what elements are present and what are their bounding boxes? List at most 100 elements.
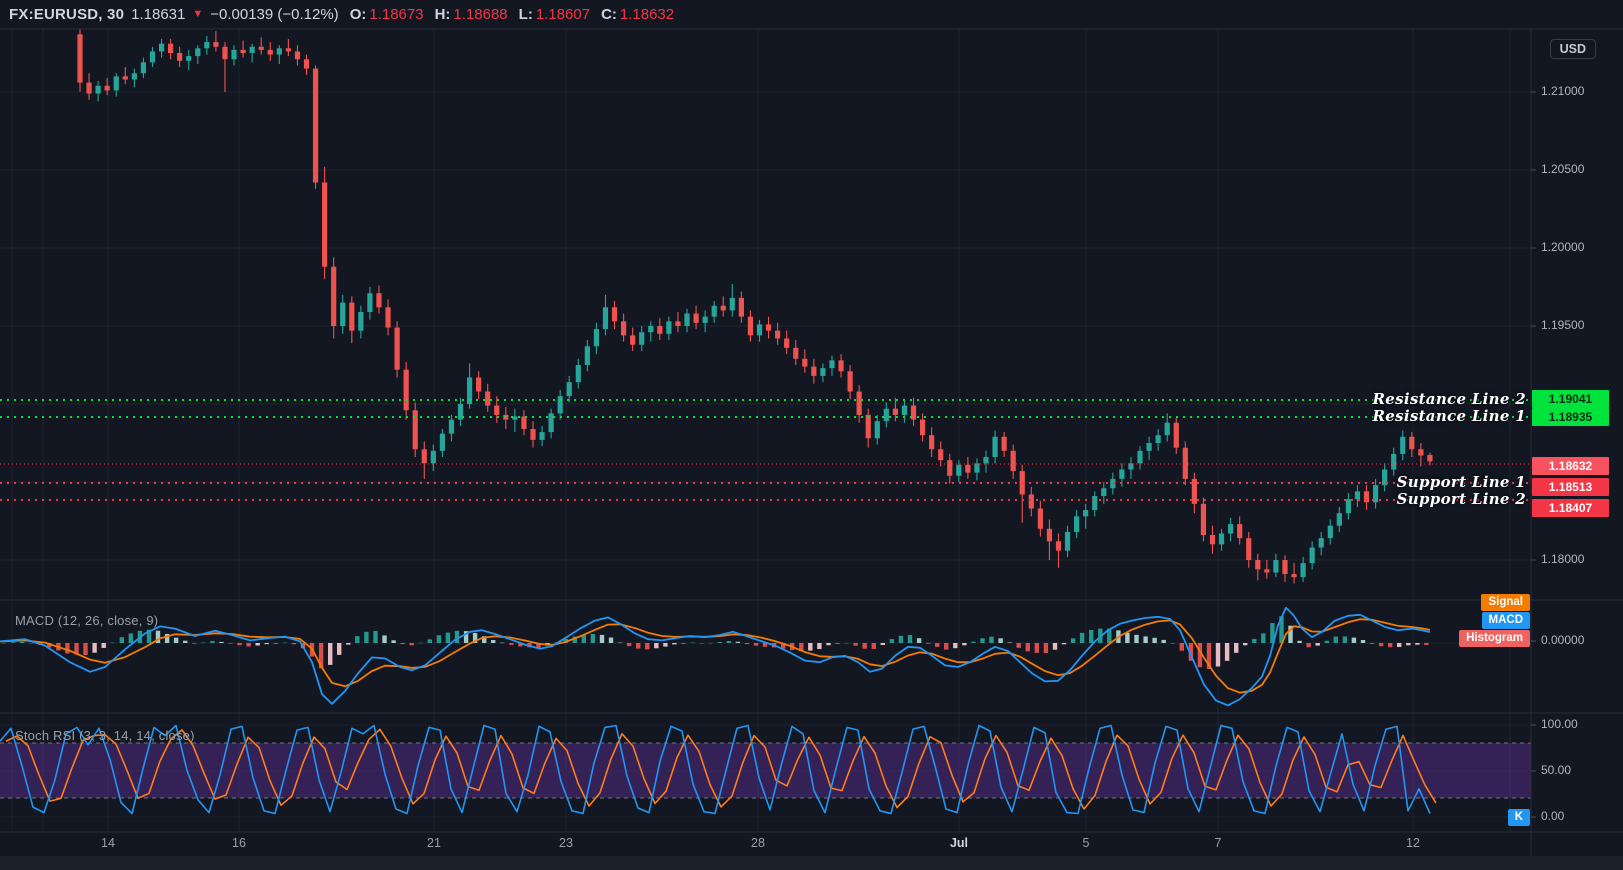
macd-histogram-bar bbox=[228, 643, 233, 644]
macd-histogram-bar bbox=[1243, 643, 1248, 646]
candle-body bbox=[1300, 563, 1306, 578]
macd-histogram-bar bbox=[907, 635, 913, 643]
macd-histogram-bar bbox=[1134, 634, 1139, 643]
candle-body bbox=[702, 316, 708, 323]
time-axis-label: 21 bbox=[427, 836, 441, 850]
candle-body bbox=[639, 332, 645, 345]
symbol-title[interactable]: FX:EURUSD, 30 bbox=[9, 6, 124, 23]
trendline-label[interactable]: Support Line 1 bbox=[1397, 473, 1526, 491]
macd-histogram-bar bbox=[1025, 643, 1030, 652]
candle-body bbox=[77, 34, 83, 83]
macd-histogram-bar bbox=[436, 635, 442, 643]
candle-body bbox=[992, 436, 998, 458]
candle-body bbox=[593, 329, 600, 347]
macd-histogram-bar bbox=[1360, 640, 1366, 643]
currency-button[interactable]: USD bbox=[1549, 39, 1596, 59]
candle-body bbox=[476, 377, 482, 392]
macd-histogram-bar bbox=[509, 643, 514, 645]
macd-histogram-bar bbox=[681, 643, 686, 644]
stoch-axis-label: 100.00 bbox=[1541, 717, 1578, 731]
candle-body bbox=[1083, 510, 1089, 517]
macd-histogram-bar bbox=[590, 634, 596, 643]
candle-body bbox=[947, 460, 953, 476]
price-change: −0.00139 (−0.12%) bbox=[210, 6, 339, 23]
candle-body bbox=[566, 382, 572, 397]
high-value: 1.18688 bbox=[453, 6, 508, 23]
close-value: 1.18632 bbox=[619, 6, 675, 23]
macd-histogram-bar bbox=[962, 643, 967, 646]
candle-body bbox=[1400, 436, 1406, 454]
macd-value-pill: MACD bbox=[1481, 612, 1530, 629]
candle-body bbox=[1418, 449, 1424, 456]
signal-value-pill: Signal bbox=[1481, 594, 1530, 611]
candle-body bbox=[938, 449, 944, 461]
trendline-label[interactable]: Resistance Line 2 bbox=[1372, 390, 1526, 408]
candle-body bbox=[811, 366, 817, 376]
macd-histogram-bar bbox=[364, 631, 369, 643]
macd-histogram-bar bbox=[1306, 643, 1311, 648]
time-axis-label: 28 bbox=[751, 836, 765, 850]
candle-body bbox=[285, 48, 291, 52]
candle-body bbox=[1137, 450, 1143, 464]
candle-body bbox=[530, 428, 536, 440]
candle-body bbox=[1173, 422, 1179, 448]
stoch-pane-title[interactable]: Stoch RSI (3, 3, 14, 14, close) bbox=[15, 728, 195, 743]
candle-body bbox=[756, 324, 763, 336]
macd-histogram-bar bbox=[1143, 636, 1148, 643]
macd-histogram-bar bbox=[617, 642, 623, 644]
price-axis-pill: 1.18407 bbox=[1532, 499, 1609, 517]
candle-body bbox=[557, 396, 563, 414]
candle-body bbox=[965, 464, 971, 473]
candle-body bbox=[892, 408, 898, 415]
macd-histogram-bar bbox=[1424, 643, 1429, 645]
candle-body bbox=[1255, 560, 1261, 570]
candle-body bbox=[575, 365, 581, 383]
macd-histogram-bar bbox=[645, 643, 650, 650]
macd-histogram-bar bbox=[1388, 643, 1393, 648]
macd-histogram-bar bbox=[672, 643, 677, 645]
macd-histogram-bar bbox=[337, 643, 342, 655]
candle-body bbox=[1092, 496, 1098, 511]
candle-body bbox=[874, 421, 880, 439]
macd-histogram-bar bbox=[753, 643, 759, 646]
macd-histogram-bar bbox=[65, 643, 70, 654]
macd-histogram-bar bbox=[418, 642, 423, 644]
open-value: 1.18673 bbox=[369, 6, 424, 23]
macd-histogram-bar bbox=[944, 643, 949, 650]
time-axis-label: 16 bbox=[232, 836, 246, 850]
candle-body bbox=[303, 59, 310, 69]
macd-histogram-bar bbox=[1342, 636, 1348, 643]
macd-histogram-bar bbox=[989, 636, 994, 643]
macd-axis-label: 0.00000 bbox=[1541, 633, 1585, 647]
low-value: 1.18607 bbox=[535, 6, 591, 23]
candle-body bbox=[294, 51, 301, 60]
candle-body bbox=[793, 347, 799, 359]
candle-body bbox=[312, 68, 319, 183]
candle-body bbox=[131, 73, 137, 80]
macd-histogram-bar bbox=[1070, 638, 1076, 643]
macd-pane-title[interactable]: MACD (12, 26, close, 9) bbox=[15, 613, 158, 628]
time-axis-label: 12 bbox=[1406, 836, 1420, 850]
macd-histogram-bar bbox=[953, 643, 958, 649]
macd-histogram-bar bbox=[726, 641, 731, 643]
macd-histogram-bar bbox=[971, 641, 976, 643]
macd-histogram-bar bbox=[1324, 640, 1329, 643]
low-label: L: bbox=[518, 6, 533, 23]
candle-body bbox=[1164, 422, 1170, 436]
bottom-toolbar-strip bbox=[0, 856, 1623, 870]
candle-body bbox=[1327, 525, 1333, 539]
histogram-value-pill: Histogram bbox=[1459, 630, 1530, 647]
trendline-label[interactable]: Support Line 2 bbox=[1397, 490, 1526, 508]
candle-body bbox=[630, 335, 636, 345]
candle-body bbox=[856, 391, 862, 415]
macd-histogram-bar bbox=[1079, 632, 1085, 643]
chart-canvas[interactable] bbox=[0, 0, 1623, 870]
macd-histogram-bar bbox=[237, 643, 242, 646]
candle-body bbox=[158, 43, 165, 52]
candle-body bbox=[901, 405, 908, 415]
macd-histogram-bar bbox=[1034, 643, 1039, 653]
trendline-label[interactable]: Resistance Line 1 bbox=[1372, 407, 1526, 425]
last-price: 1.18631 bbox=[131, 6, 186, 23]
macd-histogram-bar bbox=[1252, 638, 1257, 643]
macd-histogram-bar bbox=[201, 642, 206, 644]
